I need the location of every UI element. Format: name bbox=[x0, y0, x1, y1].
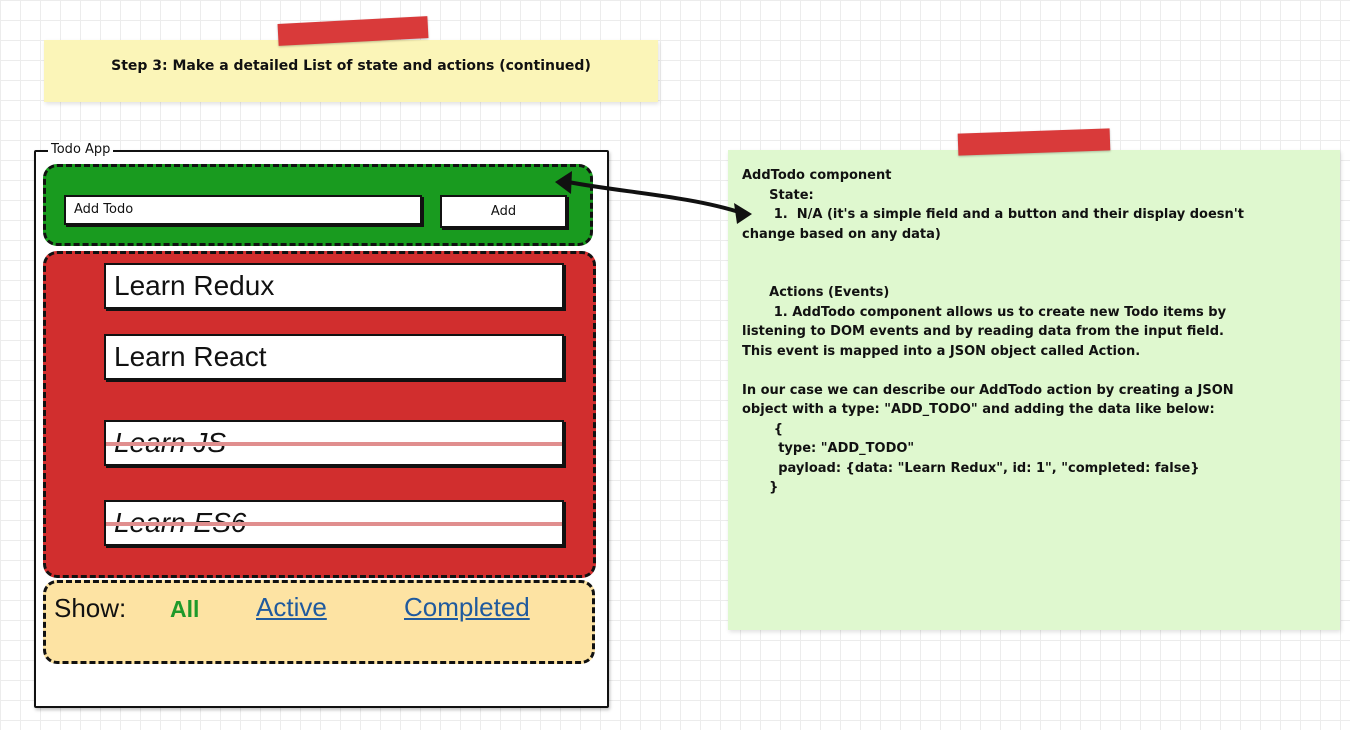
connector-arrow bbox=[555, 171, 752, 224]
